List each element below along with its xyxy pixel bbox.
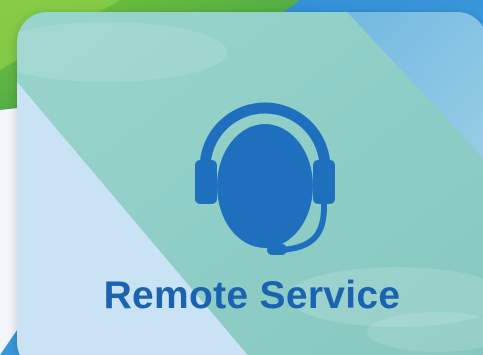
headset-agent-icon	[195, 76, 335, 266]
tile-title: Remote Service	[103, 274, 401, 317]
remote-service-screen: Remote Service	[0, 0, 483, 355]
remote-service-tile[interactable]: Remote Service	[17, 12, 483, 355]
